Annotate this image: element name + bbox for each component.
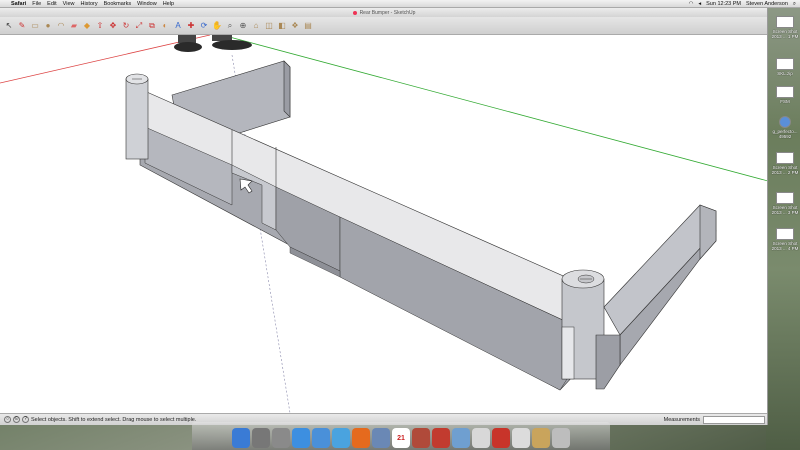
rectangle-icon[interactable]: ▭ <box>30 21 40 31</box>
eraser-icon[interactable]: ▰ <box>69 21 79 31</box>
desktop-file[interactable]: Screen Shot 2013 ... 3 PM <box>771 192 799 215</box>
bumper-front-face[interactable] <box>139 124 596 391</box>
rotate-icon[interactable]: ↻ <box>121 21 131 31</box>
photo-icon[interactable] <box>412 428 430 448</box>
menu-bookmarks[interactable]: Bookmarks <box>104 1 132 7</box>
extension-icon[interactable]: ❖ <box>290 21 300 31</box>
text-icon[interactable]: A <box>173 21 183 31</box>
tape-measure-icon[interactable]: ◐ <box>160 21 170 31</box>
clock[interactable]: Sun 12:23 PM <box>706 1 741 7</box>
window-title: Rear Bumper - SketchUp <box>359 9 416 16</box>
desktop-file[interactable]: Screen Shot 2013 ... 1 PM <box>771 16 799 39</box>
dock: 21 <box>192 422 610 450</box>
finder-icon[interactable] <box>232 428 250 448</box>
iphoto-icon[interactable] <box>432 428 450 448</box>
paint-bucket-icon[interactable]: ◆ <box>82 21 92 31</box>
menu-file[interactable]: File <box>32 1 41 7</box>
select-arrow-icon[interactable]: ↖ <box>4 21 14 31</box>
menu-history[interactable]: History <box>80 1 97 7</box>
document-icon <box>352 10 357 15</box>
zoom-extents-icon[interactable]: ⊕ <box>238 21 248 31</box>
bumper-right-wing[interactable] <box>595 204 717 390</box>
measurements-input[interactable] <box>703 416 765 424</box>
user-name[interactable]: Steven Anderson <box>746 1 788 7</box>
bumper-top-face[interactable] <box>139 88 596 336</box>
pencil-icon[interactable]: ✎ <box>17 21 27 31</box>
mail-icon[interactable] <box>372 428 390 448</box>
help-icon[interactable]: ? <box>22 416 29 423</box>
move-icon[interactable]: ✥ <box>108 21 118 31</box>
menubar-extras: ◠ ◂ Sun 12:23 PM Steven Anderson ⌕ <box>689 0 796 8</box>
status-message: Select objects. Shift to extend select. … <box>31 416 197 423</box>
scale-figure[interactable] <box>174 35 252 52</box>
tool-palette: ↖ ✎ ▭ ● ◠ ▰ ◆ ⇧ ✥ ↻ ⤢ ⧉ ◐ A ✚ ⟳ ✋ ⌕ ⊕ ⌂ … <box>0 17 767 35</box>
firefox-icon[interactable] <box>352 428 370 448</box>
itunes-icon[interactable] <box>332 428 350 448</box>
trash-icon[interactable] <box>552 428 570 448</box>
bumper-left-cap[interactable] <box>125 73 149 160</box>
menu-app-name[interactable]: Safari <box>11 1 26 7</box>
app-store-icon[interactable] <box>292 428 310 448</box>
geo-location-icon[interactable]: ○ <box>4 416 11 423</box>
component-icon[interactable]: ◫ <box>264 21 274 31</box>
circle-icon[interactable]: ● <box>43 21 53 31</box>
model-canvas[interactable] <box>0 35 768 413</box>
menubar: Safari File Edit View History Bookmarks … <box>0 0 800 8</box>
wifi-icon[interactable]: ◠ <box>689 1 694 7</box>
credits-icon[interactable]: © <box>13 416 20 423</box>
window-titlebar[interactable]: Rear Bumper - SketchUp <box>0 8 767 17</box>
push-pull-icon[interactable]: ⇧ <box>95 21 105 31</box>
warehouse-icon[interactable]: ⌂ <box>251 21 261 31</box>
volume-icon[interactable]: ◂ <box>698 1 701 7</box>
sketchup-icon[interactable] <box>492 428 510 448</box>
share-icon[interactable]: ◧ <box>277 21 287 31</box>
orbit-icon[interactable]: ⟳ <box>199 21 209 31</box>
pan-icon[interactable]: ✋ <box>212 21 222 31</box>
textedit-icon[interactable] <box>472 428 490 448</box>
modeling-viewport[interactable] <box>0 35 768 413</box>
menu-view[interactable]: View <box>63 1 75 7</box>
desktop-icons: Screen Shot 2013 ... 1 PM SKL.zip FSM g_… <box>769 8 800 425</box>
green-axis <box>221 35 767 182</box>
launchpad-icon[interactable] <box>252 428 270 448</box>
axes-icon[interactable]: ✚ <box>186 21 196 31</box>
system-preferences-icon[interactable] <box>272 428 290 448</box>
spotlight-icon[interactable]: ⌕ <box>793 1 796 8</box>
layout-icon[interactable]: ▤ <box>303 21 313 31</box>
calendar-icon[interactable]: 21 <box>392 428 410 448</box>
desktop-file[interactable]: Screen Shot 2013 ... 2 PM <box>771 152 799 175</box>
measurements-area: Measurements <box>664 416 765 424</box>
menu-window[interactable]: Window <box>137 1 157 7</box>
document-icon[interactable] <box>512 428 530 448</box>
arc-icon[interactable]: ◠ <box>56 21 66 31</box>
zoom-icon[interactable]: ⌕ <box>225 21 235 31</box>
folder-icon[interactable] <box>532 428 550 448</box>
desktop-file[interactable]: g_perfecto... 49592 <box>771 116 799 139</box>
desktop-file[interactable]: FSM <box>771 86 799 104</box>
menu-help[interactable]: Help <box>163 1 174 7</box>
desktop-file[interactable]: Screen Shot 2013 ... 4 PM <box>771 228 799 251</box>
menu-edit[interactable]: Edit <box>47 1 56 7</box>
offset-icon[interactable]: ⧉ <box>147 21 157 31</box>
desktop-file[interactable]: SKL.zip <box>771 58 799 76</box>
safari-icon[interactable] <box>312 428 330 448</box>
measurements-label: Measurements <box>663 417 700 423</box>
scale-icon[interactable]: ⤢ <box>134 21 144 31</box>
sketchup-window: Rear Bumper - SketchUp ↖ ✎ ▭ ● ◠ ▰ ◆ ⇧ ✥… <box>0 8 768 425</box>
preview-icon[interactable] <box>452 428 470 448</box>
